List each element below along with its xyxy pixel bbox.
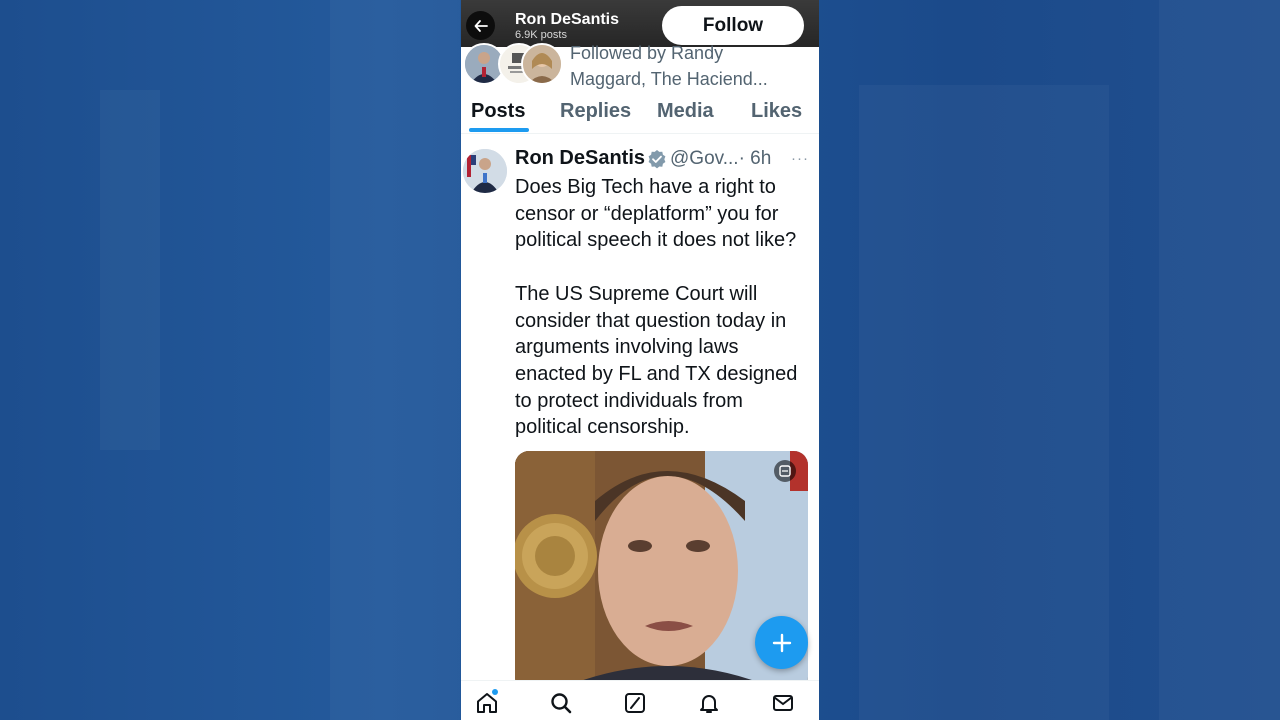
grok-icon [625, 693, 645, 713]
tab-media[interactable]: Media [657, 100, 714, 123]
compose-post-button[interactable] [755, 616, 808, 669]
nav-notifications[interactable] [696, 690, 722, 716]
phone-screen: Ron DeSantis 6.9K posts Follow Followed … [461, 0, 819, 720]
tweet-author-avatar[interactable] [463, 149, 507, 193]
tweet-handle-time: @Gov...· 6h [670, 148, 771, 170]
back-button[interactable] [466, 11, 495, 40]
tweet-time: · 6h [738, 148, 772, 169]
home-notification-dot [492, 689, 498, 695]
followed-by-text: Followed by Randy Maggard, The Haciend..… [570, 43, 768, 89]
active-tab-indicator [469, 128, 529, 132]
more-options-icon[interactable]: ··· [791, 150, 809, 167]
nav-grok[interactable] [622, 690, 648, 716]
verified-badge-icon [648, 150, 666, 169]
follower-avatar [521, 43, 563, 85]
search-icon [551, 693, 572, 714]
tweet-text: Does Big Tech have a right to censor or … [515, 176, 798, 439]
posts-count: 6.9K posts [515, 29, 567, 41]
nav-search[interactable] [548, 690, 574, 716]
nav-messages[interactable] [770, 690, 796, 716]
background-letter-shape [100, 90, 160, 450]
media-options-icon[interactable] [774, 460, 796, 482]
background-right [819, 0, 1280, 720]
bottom-navigation [461, 680, 819, 720]
background-letter-shape [1159, 0, 1280, 720]
background-letter-shape [859, 85, 1109, 720]
background-letter-shape [330, 0, 460, 720]
profile-tabs: Posts Replies Media Likes [461, 91, 819, 134]
mail-icon [773, 695, 793, 711]
tab-likes[interactable]: Likes [751, 100, 802, 123]
background-left [0, 0, 461, 720]
bell-icon [700, 695, 718, 713]
tweet-author-name[interactable]: Ron DeSantis [515, 147, 645, 170]
tweet-handle: @Gov... [670, 148, 739, 169]
arrow-left-icon [474, 19, 488, 32]
profile-name: Ron DeSantis [515, 11, 620, 28]
followed-by-row[interactable]: Followed by Randy Maggard, The Haciend..… [461, 43, 819, 91]
plus-icon [772, 633, 791, 652]
tab-replies[interactable]: Replies [560, 100, 631, 123]
tab-posts[interactable]: Posts [471, 100, 525, 123]
